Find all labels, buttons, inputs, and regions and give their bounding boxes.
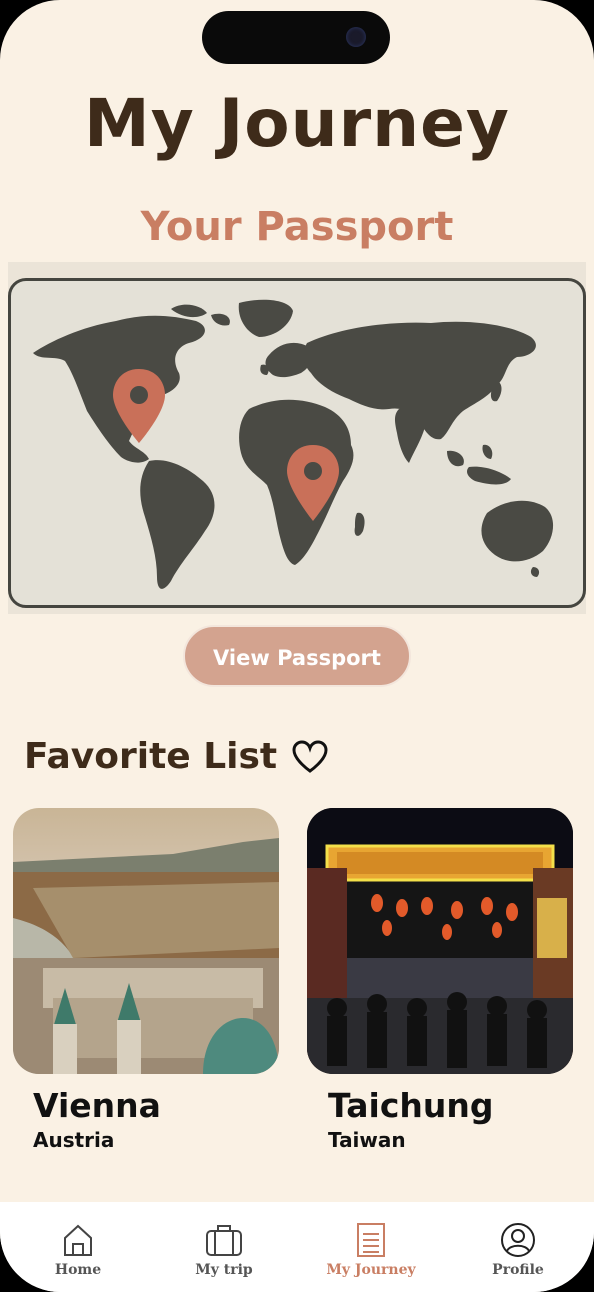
tab-profile[interactable]: Profile	[458, 1202, 578, 1292]
tab-my-trip-label: My trip	[195, 1262, 253, 1278]
favorite-city-name: Vienna	[33, 1086, 161, 1125]
favorite-country-name: Taiwan	[328, 1128, 406, 1152]
tab-home-label: Home	[54, 1262, 102, 1278]
favorite-city-name: Taichung	[328, 1086, 494, 1125]
tab-profile-label: Profile	[492, 1262, 544, 1278]
vienna-photo	[13, 808, 279, 1074]
bottom-tab-bar: Home My trip My Journey Profile	[0, 1202, 594, 1292]
favorite-country-name: Austria	[33, 1128, 115, 1152]
camera-icon	[346, 27, 366, 47]
world-map-graphic	[33, 299, 554, 589]
favorite-card-vienna[interactable]	[13, 808, 279, 1074]
taichung-photo	[307, 808, 573, 1074]
view-passport-button[interactable]: View Passport	[183, 625, 411, 687]
page-title: My Journey	[84, 85, 510, 162]
journal-icon	[357, 1223, 385, 1257]
tab-my-trip[interactable]: My trip	[164, 1202, 284, 1292]
suitcase-icon	[206, 1225, 242, 1256]
profile-icon	[501, 1223, 535, 1257]
favorite-card-taichung[interactable]	[307, 808, 573, 1074]
tab-my-journey[interactable]: My Journey	[311, 1202, 431, 1292]
heart-icon[interactable]	[291, 739, 329, 774]
passport-map-panel	[8, 262, 586, 614]
world-map[interactable]	[8, 278, 586, 608]
dynamic-island	[202, 11, 390, 64]
passport-subtitle: Your Passport	[140, 204, 454, 250]
app-screen: My Journey Your Passport View Passport F…	[0, 0, 594, 1292]
tab-my-journey-label: My Journey	[326, 1262, 416, 1278]
tab-home[interactable]: Home	[18, 1202, 138, 1292]
favorite-list-heading: Favorite List	[24, 736, 329, 777]
favorite-list-label: Favorite List	[24, 736, 278, 777]
home-icon	[64, 1224, 92, 1256]
